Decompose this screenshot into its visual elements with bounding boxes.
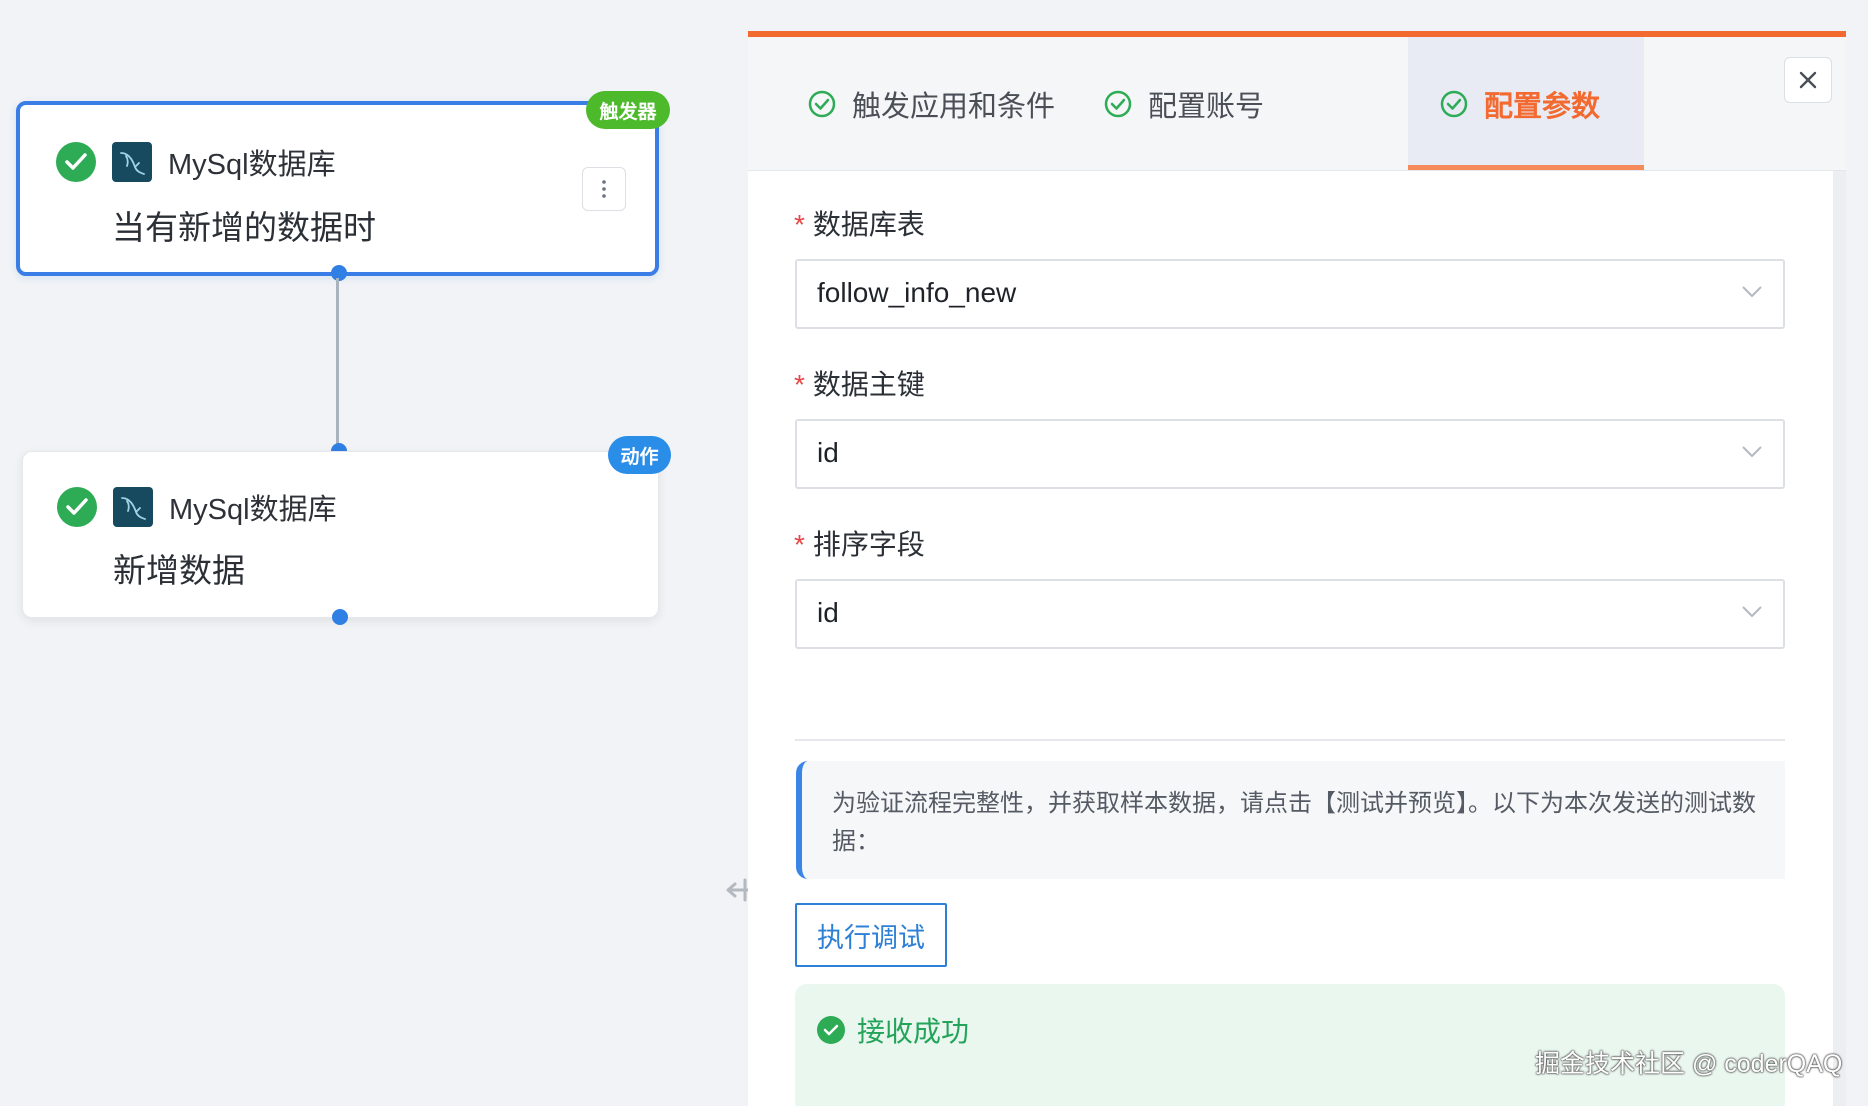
field-label-sort: * 排序字段 <box>794 529 925 560</box>
action-badge: 动作 <box>608 436 671 474</box>
steps-tabbar: 触发应用和条件 配置账号 配置参数 <box>748 37 1846 171</box>
trigger-node[interactable]: MySql数据库 当有新增的数据时 <box>16 101 659 276</box>
info-notice: 为验证流程完整性，并获取样本数据，请点击【测试并预览】。以下为本次发送的测试数据… <box>796 761 1785 879</box>
drawer-content: * 数据库表 follow_info_new * 数据主键 id * 排序字段 id … <box>748 171 1846 1106</box>
sort-field-select[interactable]: id <box>795 579 1785 649</box>
tab-trigger-app[interactable]: 触发应用和条件 <box>808 37 1055 170</box>
action-output-port[interactable] <box>332 609 348 625</box>
app-name: MySql数据库 <box>169 494 337 526</box>
required-mark: * <box>794 529 805 560</box>
active-tab-underline <box>1408 165 1644 170</box>
tab-account[interactable]: 配置账号 <box>1104 37 1264 170</box>
mysql-icon <box>112 142 152 182</box>
result-text: 接收成功 <box>857 1016 970 1047</box>
required-mark: * <box>794 209 805 240</box>
select-value: id <box>817 437 839 468</box>
check-circle-icon <box>817 1016 845 1044</box>
chevron-down-icon <box>1742 286 1762 298</box>
check-circle-icon <box>1440 90 1468 117</box>
required-mark: * <box>794 369 805 400</box>
check-circle-icon <box>808 90 836 117</box>
chevron-down-icon <box>1742 446 1762 458</box>
action-node[interactable]: MySql数据库 新增数据 <box>22 451 659 618</box>
app-name: MySql数据库 <box>168 149 336 181</box>
trigger-output-port[interactable] <box>331 265 347 281</box>
check-circle-icon <box>1104 90 1132 117</box>
action-node-header: MySql数据库 <box>57 486 337 528</box>
select-value: id <box>817 597 839 628</box>
run-debug-button[interactable]: 执行调试 <box>795 903 947 967</box>
tab-label: 配置账号 <box>1148 90 1265 123</box>
divider <box>795 739 1785 741</box>
more-options-button[interactable] <box>582 167 626 211</box>
trigger-badge: 触发器 <box>586 91 670 129</box>
check-circle-icon <box>56 142 96 182</box>
event-name: 新增数据 <box>113 552 245 589</box>
close-icon <box>1799 71 1817 89</box>
tab-label: 配置参数 <box>1484 90 1601 123</box>
notice-text: 为验证流程完整性，并获取样本数据，请点击【测试并预览】。以下为本次发送的测试数据… <box>832 790 1756 855</box>
field-label-primary-key: * 数据主键 <box>794 369 925 400</box>
table-select[interactable]: follow_info_new <box>795 259 1785 329</box>
primary-key-select[interactable]: id <box>795 419 1785 489</box>
select-value: follow_info_new <box>817 277 1017 308</box>
event-name: 当有新增的数据时 <box>112 209 376 246</box>
watermark: 掘金技术社区 @ coderQAQ <box>1535 1050 1843 1078</box>
check-circle-icon <box>57 487 97 527</box>
config-drawer: 触发应用和条件 配置账号 配置参数 * 数据库表 follow_info_new … <box>748 31 1846 1106</box>
mysql-icon <box>113 487 153 527</box>
more-vertical-icon <box>602 180 606 198</box>
connector-line <box>336 278 339 450</box>
field-label-table: * 数据库表 <box>794 209 925 240</box>
scrollbar[interactable] <box>1833 171 1846 1106</box>
chevron-down-icon <box>1742 606 1762 618</box>
trigger-node-header: MySql数据库 <box>56 141 336 183</box>
tab-label: 触发应用和条件 <box>852 90 1056 123</box>
close-button[interactable] <box>1784 57 1832 103</box>
tab-params[interactable]: 配置参数 <box>1408 37 1644 170</box>
